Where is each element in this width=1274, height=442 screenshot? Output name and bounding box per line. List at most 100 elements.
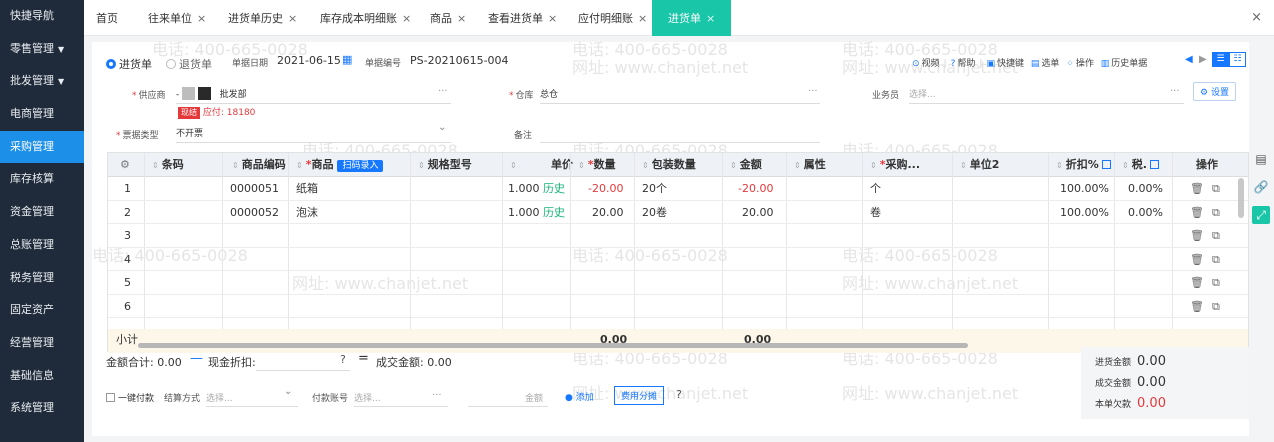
chevron-down-icon[interactable]: ⌄ <box>438 122 446 133</box>
radio-purchase[interactable]: 进货单 <box>106 56 152 72</box>
shortcut-button[interactable]: ▣ 快捷键 <box>986 59 1024 69</box>
close-icon[interactable]: × <box>548 12 557 25</box>
account-select[interactable]: 选择... <box>354 391 381 404</box>
copy-icon[interactable]: ⧉ <box>1212 271 1220 295</box>
calendar-icon[interactable]: ▦ <box>342 53 352 66</box>
warehouse-field[interactable]: 总仓 <box>540 87 558 100</box>
list-view-icon[interactable]: ☰ <box>1212 52 1229 67</box>
table-row[interactable]: 6 🗑 ⧉ <box>108 295 1248 319</box>
close-icon[interactable]: × <box>457 12 466 25</box>
close-icon[interactable]: × <box>638 12 647 25</box>
scan-entry-button[interactable]: 扫码录入 <box>337 160 384 172</box>
delete-icon[interactable]: 🗑 <box>1190 271 1204 295</box>
radio-return[interactable]: 退货单 <box>166 56 212 72</box>
table-row[interactable]: 2 0000052 泡沫 1.000 历史 20.00 20卷 20.00 卷 … <box>108 201 1248 225</box>
delete-icon[interactable]: 🗑 <box>1190 201 1204 225</box>
col-qty[interactable]: ⇕ *数量 <box>578 153 615 177</box>
help-button[interactable]: ? 帮助 <box>951 59 976 69</box>
video-button[interactable]: ⊙ 视频 <box>912 59 940 69</box>
attachment-icon[interactable]: 🔗 <box>1252 178 1270 196</box>
tab-products[interactable]: 商品 × <box>430 0 466 36</box>
help-icon[interactable]: ? <box>676 388 682 401</box>
chevron-down-icon[interactable]: ⌄ <box>284 386 292 397</box>
delete-icon[interactable]: 🗑 <box>1190 295 1204 319</box>
tab-purchase-order[interactable]: 进货单 × <box>652 0 732 36</box>
tab-inventory-cost[interactable]: 库存成本明细账 × <box>320 0 411 36</box>
copy-icon[interactable]: ⧉ <box>1212 201 1220 225</box>
settings-button[interactable]: ⚙ 设置 <box>1193 82 1236 101</box>
col-tax[interactable]: ⇕ 税. <box>1122 153 1159 177</box>
close-icon[interactable]: × <box>288 12 297 25</box>
col-price[interactable]: ⇕ <box>510 153 520 177</box>
col-amount[interactable]: ⇕ 金额 <box>730 153 762 177</box>
col-barcode[interactable]: ⇕ 条码 <box>152 153 184 177</box>
sidebar-item-quick-nav[interactable]: 快捷导航 <box>0 0 84 33</box>
card-view-icon[interactable]: ☷ <box>1229 52 1246 67</box>
salesman-more-icon[interactable]: ··· <box>1170 86 1180 97</box>
copy-icon[interactable]: ⧉ <box>1212 177 1220 201</box>
document-icon[interactable]: ▤ <box>1252 150 1270 168</box>
copy-icon[interactable]: ⧉ <box>1212 295 1220 319</box>
sidebar-item-ledger[interactable]: 总账管理 <box>0 229 84 262</box>
warehouse-more-icon[interactable]: ··· <box>808 86 818 97</box>
tab-home[interactable]: 首页 <box>96 0 118 36</box>
sidebar-item-purchase[interactable]: 采购管理 <box>0 130 84 164</box>
account-more-icon[interactable]: ··· <box>432 390 442 401</box>
help-icon[interactable]: ? <box>340 353 346 366</box>
supplier-more-icon[interactable]: ··· <box>438 86 448 97</box>
cash-discount-input[interactable] <box>256 370 350 371</box>
sidebar-item-fixed-assets[interactable]: 固定资产 <box>0 294 84 327</box>
close-icon[interactable]: × <box>402 12 411 25</box>
vertical-scrollbar[interactable] <box>1238 178 1244 218</box>
sidebar-item-wholesale[interactable]: 批发管理 ▼ <box>0 65 84 98</box>
next-icon[interactable]: ▶ <box>1199 54 1207 65</box>
horizontal-scrollbar[interactable] <box>138 343 968 348</box>
tab-payables[interactable]: 应付明细账 × <box>578 0 647 36</box>
table-row[interactable]: 4 🗑 ⧉ <box>108 248 1248 272</box>
price-history-link[interactable]: 历史 <box>543 182 565 195</box>
prev-icon[interactable]: ◀ <box>1185 54 1193 65</box>
sidebar-item-tax[interactable]: 税务管理 <box>0 262 84 295</box>
expand-icon[interactable]: ⤢ <box>1252 206 1270 224</box>
date-field[interactable]: 2021-06-15 <box>277 54 341 67</box>
copy-icon[interactable]: ⧉ <box>1212 248 1220 272</box>
table-row[interactable]: 5 🗑 ⧉ <box>108 271 1248 295</box>
table-row[interactable]: 1 0000051 纸箱 1.000 历史 -20.00 20个 -20.00 … <box>108 177 1248 201</box>
sidebar-item-ecommerce[interactable]: 电商管理 <box>0 98 84 131</box>
tab-view-purchase[interactable]: 查看进货单 × <box>488 0 557 36</box>
col-pack[interactable]: ⇕ 包装数量 <box>642 153 696 177</box>
salesman-field[interactable]: 选择... <box>909 87 936 100</box>
column-settings-icon[interactable]: ⚙ <box>120 153 130 177</box>
select-bill-button[interactable]: ▤ 选单 <box>1031 59 1060 69</box>
sidebar-item-business[interactable]: 经营管理 <box>0 327 84 360</box>
col-unit2[interactable]: ⇕ 单位2 <box>960 153 999 177</box>
tab-purchase-history[interactable]: 进货单历史 × <box>228 0 297 36</box>
close-icon[interactable]: × <box>197 12 206 25</box>
col-spec[interactable]: ⇕ 规格型号 <box>418 153 472 177</box>
supplier-field[interactable]: - 批发部 <box>176 87 247 100</box>
col-name[interactable]: ⇕ *商品 扫码录入 <box>296 153 384 177</box>
amount-input[interactable]: 金额 <box>525 391 543 404</box>
close-all-tabs-icon[interactable]: × <box>1251 10 1262 25</box>
settle-select[interactable]: 选择... <box>206 391 233 404</box>
close-icon[interactable]: × <box>706 12 715 25</box>
tab-partners[interactable]: 往来单位 × <box>148 0 206 36</box>
table-row[interactable]: 3 🗑 ⧉ <box>108 224 1248 248</box>
operate-button[interactable]: ⁘ 操作 <box>1066 59 1094 69</box>
price-history-link[interactable]: 历史 <box>543 206 565 219</box>
col-discount[interactable]: ⇕ 折扣% <box>1056 153 1111 177</box>
delete-icon[interactable]: 🗑 <box>1190 177 1204 201</box>
sidebar-item-basic-info[interactable]: 基础信息 <box>0 360 84 393</box>
add-payment-button[interactable]: ● 添加 <box>565 390 594 403</box>
sidebar-item-system[interactable]: 系统管理 <box>0 392 84 425</box>
sidebar-item-funds[interactable]: 资金管理 <box>0 196 84 229</box>
sidebar-item-inventory[interactable]: 库存核算 <box>0 163 84 196</box>
col-code[interactable]: ⇕ 商品编码 <box>232 153 286 177</box>
copy-icon[interactable]: ⧉ <box>1212 224 1220 248</box>
one-click-pay[interactable]: 一键付款 <box>106 391 154 404</box>
expense-split-button[interactable]: 费用分摊 <box>614 386 665 405</box>
delete-icon[interactable]: 🗑 <box>1190 248 1204 272</box>
delete-icon[interactable]: 🗑 <box>1190 224 1204 248</box>
history-button[interactable]: ▥ 历史单据 <box>1101 59 1148 69</box>
edit-checkbox-icon[interactable] <box>1149 160 1159 169</box>
